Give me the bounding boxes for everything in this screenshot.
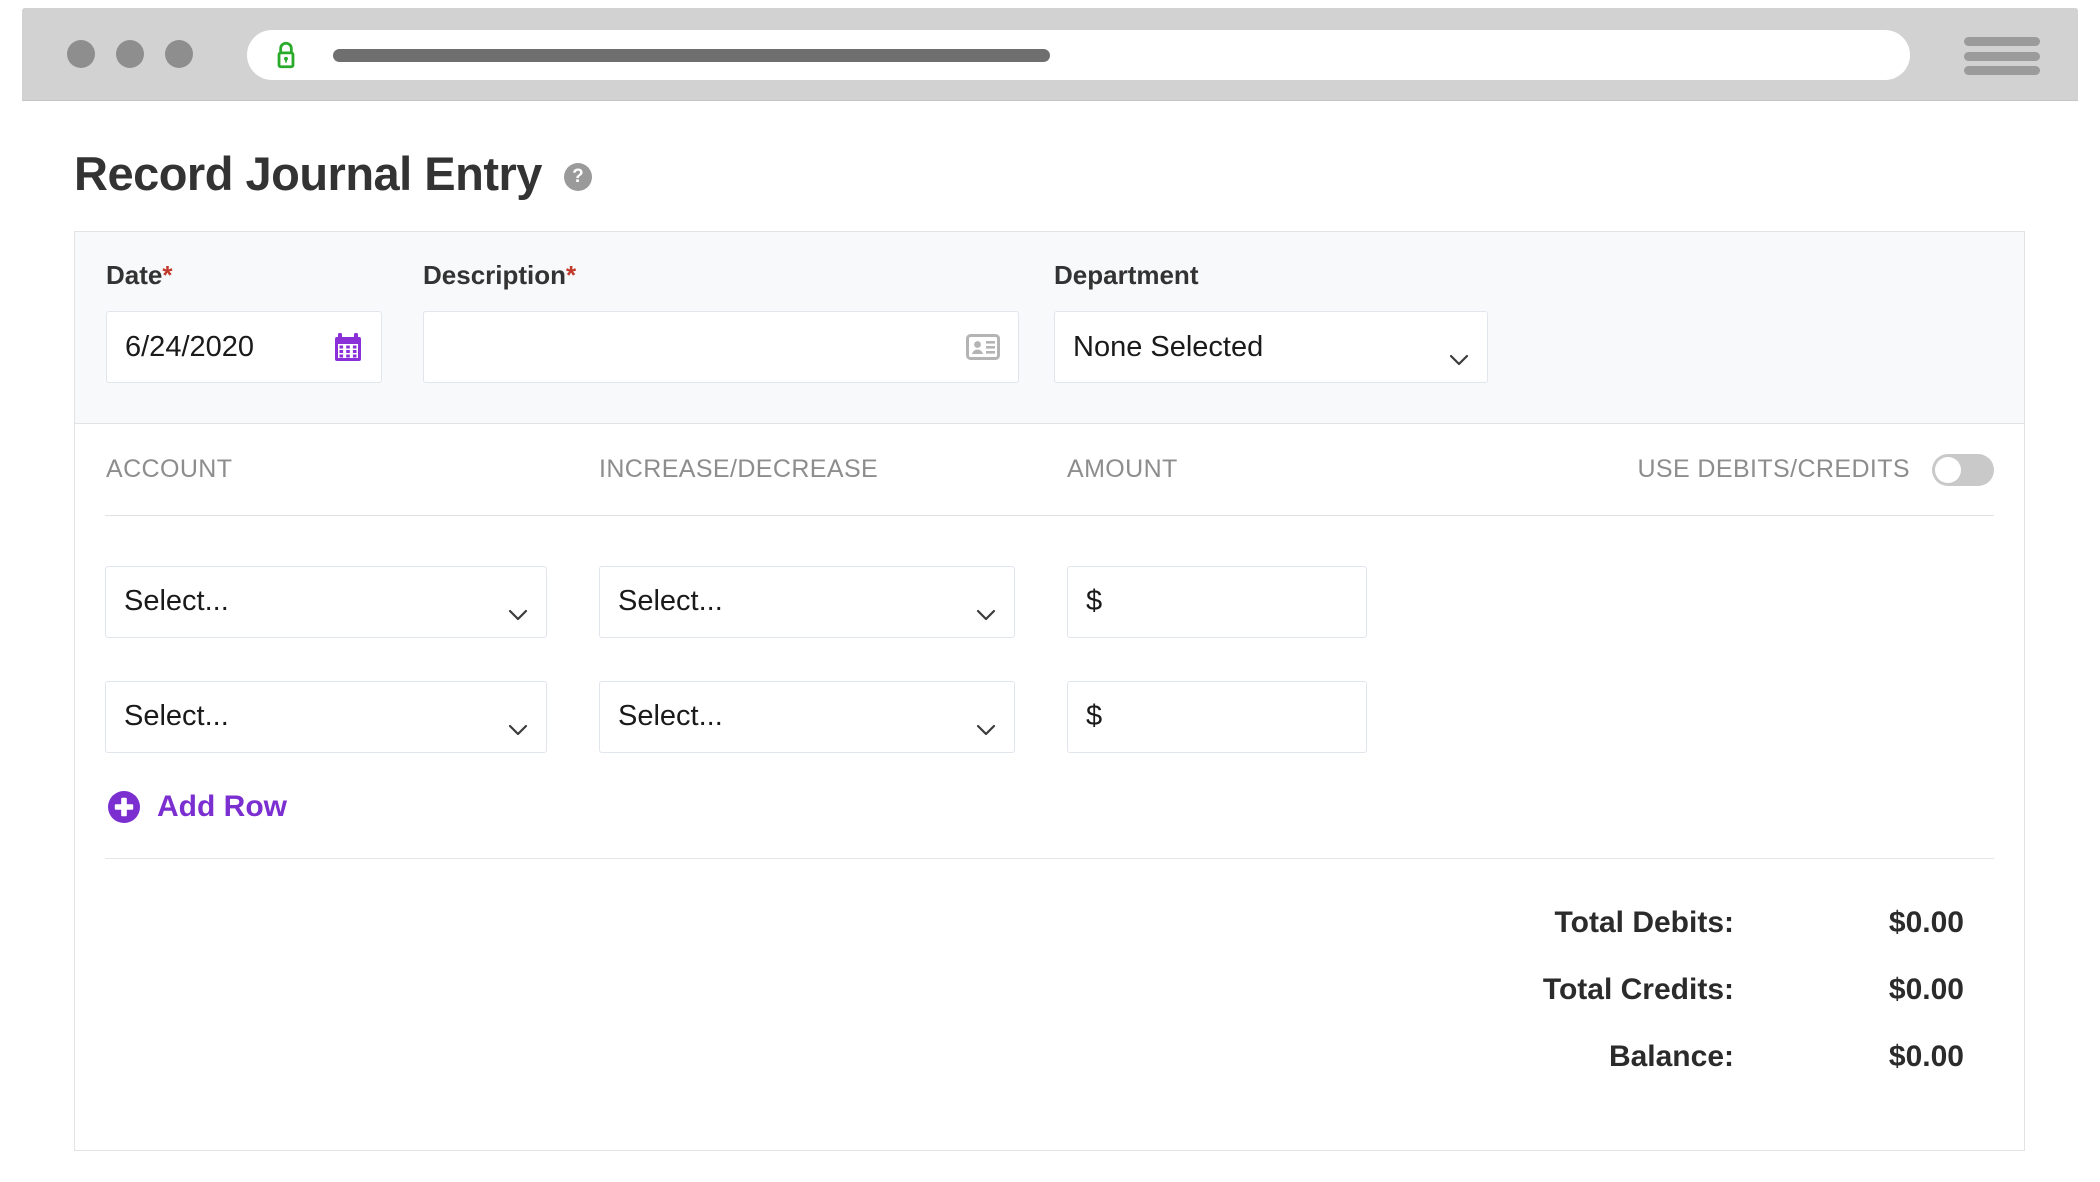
browser-window: Record Journal Entry ? Date* 6/24/2020 D… xyxy=(22,8,2078,1174)
line-account-cell: Select... xyxy=(105,565,599,638)
line-increase-decrease-cell: Select... xyxy=(599,680,1067,753)
amount-currency-prefix: $ xyxy=(1086,585,1103,617)
total-debits-row: Total Debits: $0.00 xyxy=(105,889,1994,956)
table-row: Select... Select... $ xyxy=(105,659,1994,774)
balance-label: Balance: xyxy=(1608,1039,1734,1073)
window-controls xyxy=(67,40,193,68)
hamburger-line xyxy=(1964,51,2040,61)
totals-section: Total Debits: $0.00 Total Credits: $0.00… xyxy=(105,859,1994,1090)
plus-circle-icon xyxy=(107,790,141,824)
entry-header-form: Date* 6/24/2020 Description* Department … xyxy=(75,232,2024,424)
date-required-marker: * xyxy=(162,260,173,290)
column-header-amount: AMOUNT xyxy=(1067,455,1178,483)
line-amount-cell: $ xyxy=(1067,565,1627,638)
journal-entry-card: Date* 6/24/2020 Description* Department … xyxy=(74,231,2025,1151)
column-header-increase-decrease: INCREASE/DECREASE xyxy=(599,455,879,483)
use-debits-credits-toggle[interactable] xyxy=(1932,453,1994,486)
page-header: Record Journal Entry ? xyxy=(74,146,592,201)
description-label: Description* xyxy=(423,260,1019,291)
department-label: Department xyxy=(1054,260,1488,291)
close-window-button[interactable] xyxy=(67,40,95,68)
address-bar[interactable] xyxy=(247,30,1910,80)
total-debits-value: $0.00 xyxy=(1888,905,1964,939)
hamburger-line xyxy=(1964,66,2040,75)
help-icon[interactable]: ? xyxy=(563,162,592,191)
chevron-down-icon xyxy=(1449,341,1469,366)
lines-table-header: ACCOUNT INCREASE/DECREASE AMOUNT USE DEB… xyxy=(105,424,1994,516)
table-row: Select... Select... $ xyxy=(105,544,1994,659)
description-input[interactable] xyxy=(423,311,1019,383)
total-credits-row: Total Credits: $0.00 xyxy=(105,956,1994,1023)
add-row-label: Add Row xyxy=(157,790,287,823)
total-credits-label: Total Credits: xyxy=(1542,972,1734,1006)
account-select-value: Select... xyxy=(124,700,229,732)
account-select-value: Select... xyxy=(124,585,229,617)
browser-chrome xyxy=(22,8,2078,100)
balance-value: $0.00 xyxy=(1888,1039,1964,1073)
hamburger-menu-icon[interactable] xyxy=(1964,33,2040,79)
increase-decrease-select[interactable]: Select... xyxy=(599,680,1015,753)
amount-input[interactable]: $ xyxy=(1067,680,1367,753)
chevron-down-icon xyxy=(976,711,996,735)
chevron-down-icon xyxy=(508,596,528,620)
total-credits-value: $0.00 xyxy=(1888,972,1964,1006)
account-select[interactable]: Select... xyxy=(105,680,547,753)
url-text[interactable] xyxy=(333,48,1050,62)
increase-decrease-select-value: Select... xyxy=(618,585,723,617)
chevron-down-icon xyxy=(976,596,996,620)
date-input[interactable]: 6/24/2020 xyxy=(106,311,382,383)
calendar-icon[interactable] xyxy=(333,331,363,363)
journal-lines-section: ACCOUNT INCREASE/DECREASE AMOUNT USE DEB… xyxy=(75,424,2024,1090)
department-select-value: None Selected xyxy=(1073,330,1264,363)
amount-currency-prefix: $ xyxy=(1086,700,1103,732)
line-increase-decrease-cell: Select... xyxy=(599,565,1067,638)
minimize-window-button[interactable] xyxy=(116,40,144,68)
date-field-group: Date* 6/24/2020 xyxy=(106,260,382,383)
line-account-cell: Select... xyxy=(105,680,599,753)
increase-decrease-select[interactable]: Select... xyxy=(599,565,1015,638)
page-title: Record Journal Entry xyxy=(74,147,542,200)
description-field-group: Description* xyxy=(423,260,1019,383)
date-input-value: 6/24/2020 xyxy=(125,330,255,363)
maximize-window-button[interactable] xyxy=(165,40,193,68)
department-field-group: Department None Selected xyxy=(1054,260,1488,383)
add-row-button[interactable]: Add Row xyxy=(105,790,287,824)
use-debits-credits-label: USE DEBITS/CREDITS xyxy=(1637,455,1910,483)
department-label-text: Department xyxy=(1054,260,1199,290)
account-select[interactable]: Select... xyxy=(105,565,547,638)
department-select[interactable]: None Selected xyxy=(1054,311,1488,383)
hamburger-line xyxy=(1964,37,2040,46)
date-label: Date* xyxy=(106,260,382,291)
lock-icon xyxy=(273,40,299,70)
date-label-text: Date xyxy=(106,260,163,290)
chevron-down-icon xyxy=(508,711,528,735)
use-debits-credits-group: USE DEBITS/CREDITS xyxy=(1627,453,1994,486)
balance-row: Balance: $0.00 xyxy=(105,1023,1994,1090)
description-label-text: Description xyxy=(423,260,567,290)
toggle-knob xyxy=(1935,456,1961,483)
column-header-account: ACCOUNT xyxy=(106,455,233,483)
total-debits-label: Total Debits: xyxy=(1554,905,1734,939)
line-amount-cell: $ xyxy=(1067,680,1627,753)
amount-input[interactable]: $ xyxy=(1067,565,1367,638)
increase-decrease-select-value: Select... xyxy=(618,700,723,732)
contact-card-icon[interactable] xyxy=(966,333,1000,361)
description-required-marker: * xyxy=(566,260,577,290)
page-content: Record Journal Entry ? Date* 6/24/2020 D… xyxy=(22,100,2078,1174)
